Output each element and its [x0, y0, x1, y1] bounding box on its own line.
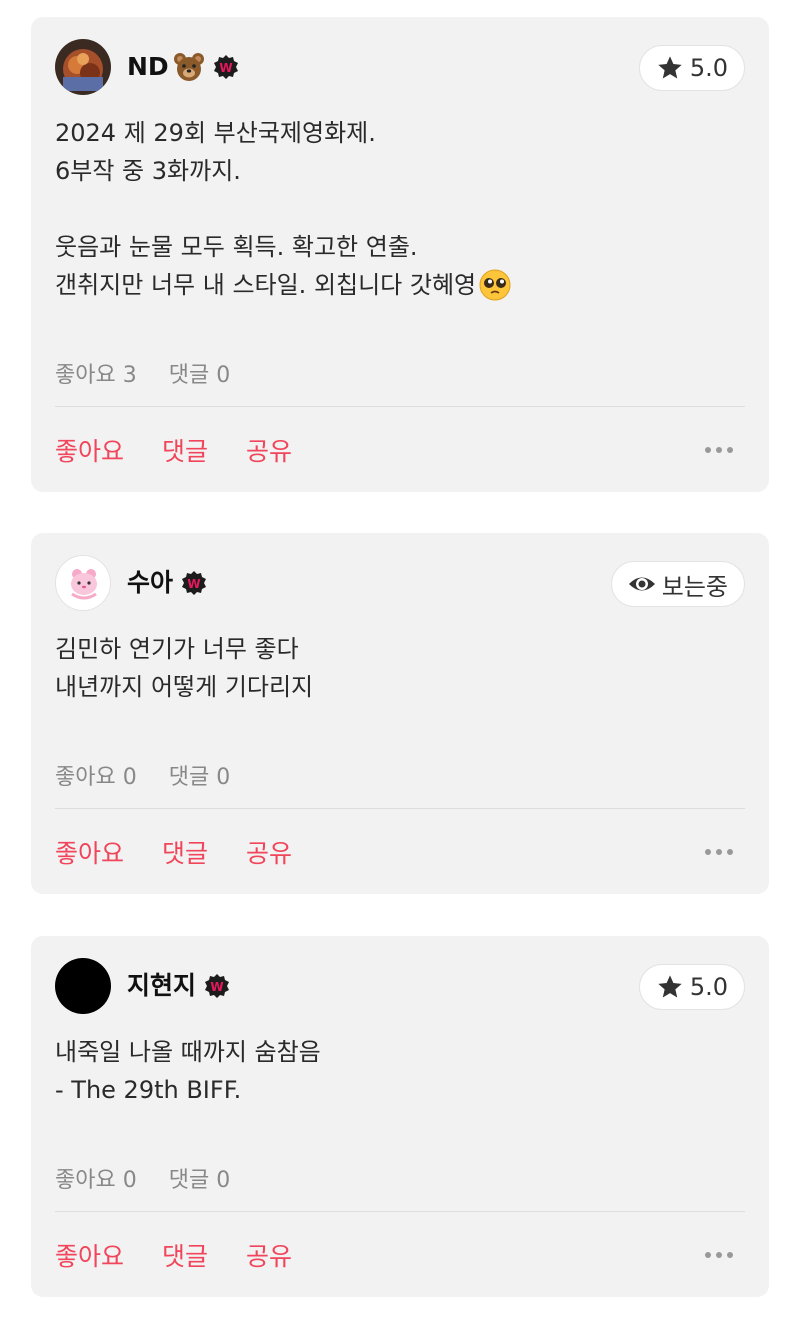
review-actions: 좋아요 댓글 공유 [55, 1235, 745, 1275]
username[interactable]: ND W [127, 52, 239, 82]
review-line: 내죽일 나올 때까지 숨참음 [55, 1038, 321, 1066]
review-line-text: 갠취지만 너무 내 스타일. 외칩니다 갓혜영 [55, 271, 477, 299]
username[interactable]: 지현지 W [127, 971, 230, 1001]
avatar[interactable] [55, 958, 111, 1014]
rating-value: 5.0 [689, 54, 728, 82]
review-stats: 좋아요 3 댓글 0 [55, 357, 230, 389]
share-button[interactable]: 공유 [246, 432, 292, 468]
review-line [55, 190, 745, 228]
avatar[interactable] [55, 39, 111, 95]
review-actions: 좋아요 댓글 공유 [55, 430, 745, 470]
comment-count[interactable]: 댓글 0 [169, 759, 230, 791]
svg-text:W: W [219, 61, 232, 75]
username-text: 수아 [127, 568, 174, 597]
like-button[interactable]: 좋아요 [55, 1237, 124, 1273]
review-card: ND W 5.0 2024 제 29회 부산국제영화제. 6부작 중 3화까지.… [31, 17, 769, 492]
review-line: 2024 제 29회 부산국제영화제. [55, 119, 376, 147]
bear-emoji-icon [173, 52, 205, 82]
watching-status-pill[interactable]: 보는중 [610, 561, 745, 607]
username-text: 지현지 [127, 971, 197, 1000]
review-card: 지현지 W 5.0 내죽일 나올 때까지 숨참음 - The 29th BIFF… [31, 936, 769, 1297]
star-icon [656, 54, 684, 82]
rating-value: 5.0 [689, 973, 728, 1001]
pleading-face-emoji-icon [478, 268, 512, 302]
like-button[interactable]: 좋아요 [55, 834, 124, 870]
review-header: 수아 W 보는중 [55, 555, 745, 611]
review-body: 2024 제 29회 부산국제영화제. 6부작 중 3화까지. 웃음과 눈물 모… [55, 114, 745, 304]
review-line: - The 29th BIFF. [55, 1076, 242, 1104]
comment-count[interactable]: 댓글 0 [169, 357, 230, 389]
review-stats: 좋아요 0 댓글 0 [55, 759, 230, 791]
review-line: 김민하 연기가 너무 좋다 [55, 635, 299, 663]
more-options-icon[interactable] [703, 840, 735, 864]
username-text: ND [127, 52, 169, 81]
divider [55, 406, 745, 407]
comment-button[interactable]: 댓글 [162, 432, 208, 468]
like-button[interactable]: 좋아요 [55, 432, 124, 468]
w-badge-icon: W [204, 973, 230, 999]
review-card: 수아 W 보는중 김민하 연기가 너무 좋다 내년까지 어떻게 기다리지 좋아요… [31, 533, 769, 894]
comment-count[interactable]: 댓글 0 [169, 1162, 230, 1194]
comment-button[interactable]: 댓글 [162, 1237, 208, 1273]
avatar[interactable] [55, 555, 111, 611]
username[interactable]: 수아 W [127, 568, 207, 598]
w-badge-icon: W [213, 54, 239, 80]
share-button[interactable]: 공유 [246, 834, 292, 870]
star-icon [656, 973, 684, 1001]
rating-pill[interactable]: 5.0 [638, 964, 745, 1010]
review-line: 웃음과 눈물 모두 획득. 확고한 연출. [55, 233, 418, 261]
review-header: ND W 5.0 [55, 39, 745, 95]
like-count[interactable]: 좋아요 3 [55, 357, 137, 389]
review-body: 내죽일 나올 때까지 숨참음 - The 29th BIFF. [55, 1033, 745, 1109]
share-button[interactable]: 공유 [246, 1237, 292, 1273]
review-header: 지현지 W 5.0 [55, 958, 745, 1014]
eye-icon [628, 570, 656, 598]
review-line: 6부작 중 3화까지. [55, 157, 241, 185]
more-options-icon[interactable] [703, 1243, 735, 1267]
divider [55, 1211, 745, 1212]
comment-button[interactable]: 댓글 [162, 834, 208, 870]
like-count[interactable]: 좋아요 0 [55, 1162, 137, 1194]
review-body: 김민하 연기가 너무 좋다 내년까지 어떻게 기다리지 [55, 630, 745, 706]
svg-text:W: W [210, 980, 223, 994]
rating-pill[interactable]: 5.0 [638, 45, 745, 91]
review-line-last: 갠취지만 너무 내 스타일. 외칩니다 갓혜영 [55, 266, 745, 304]
divider [55, 808, 745, 809]
review-line: 내년까지 어떻게 기다리지 [55, 673, 314, 701]
svg-text:W: W [187, 577, 200, 591]
review-actions: 좋아요 댓글 공유 [55, 832, 745, 872]
review-stats: 좋아요 0 댓글 0 [55, 1162, 230, 1194]
more-options-icon[interactable] [703, 438, 735, 462]
w-badge-icon: W [181, 570, 207, 596]
watching-status-label: 보는중 [661, 572, 728, 601]
like-count[interactable]: 좋아요 0 [55, 759, 137, 791]
